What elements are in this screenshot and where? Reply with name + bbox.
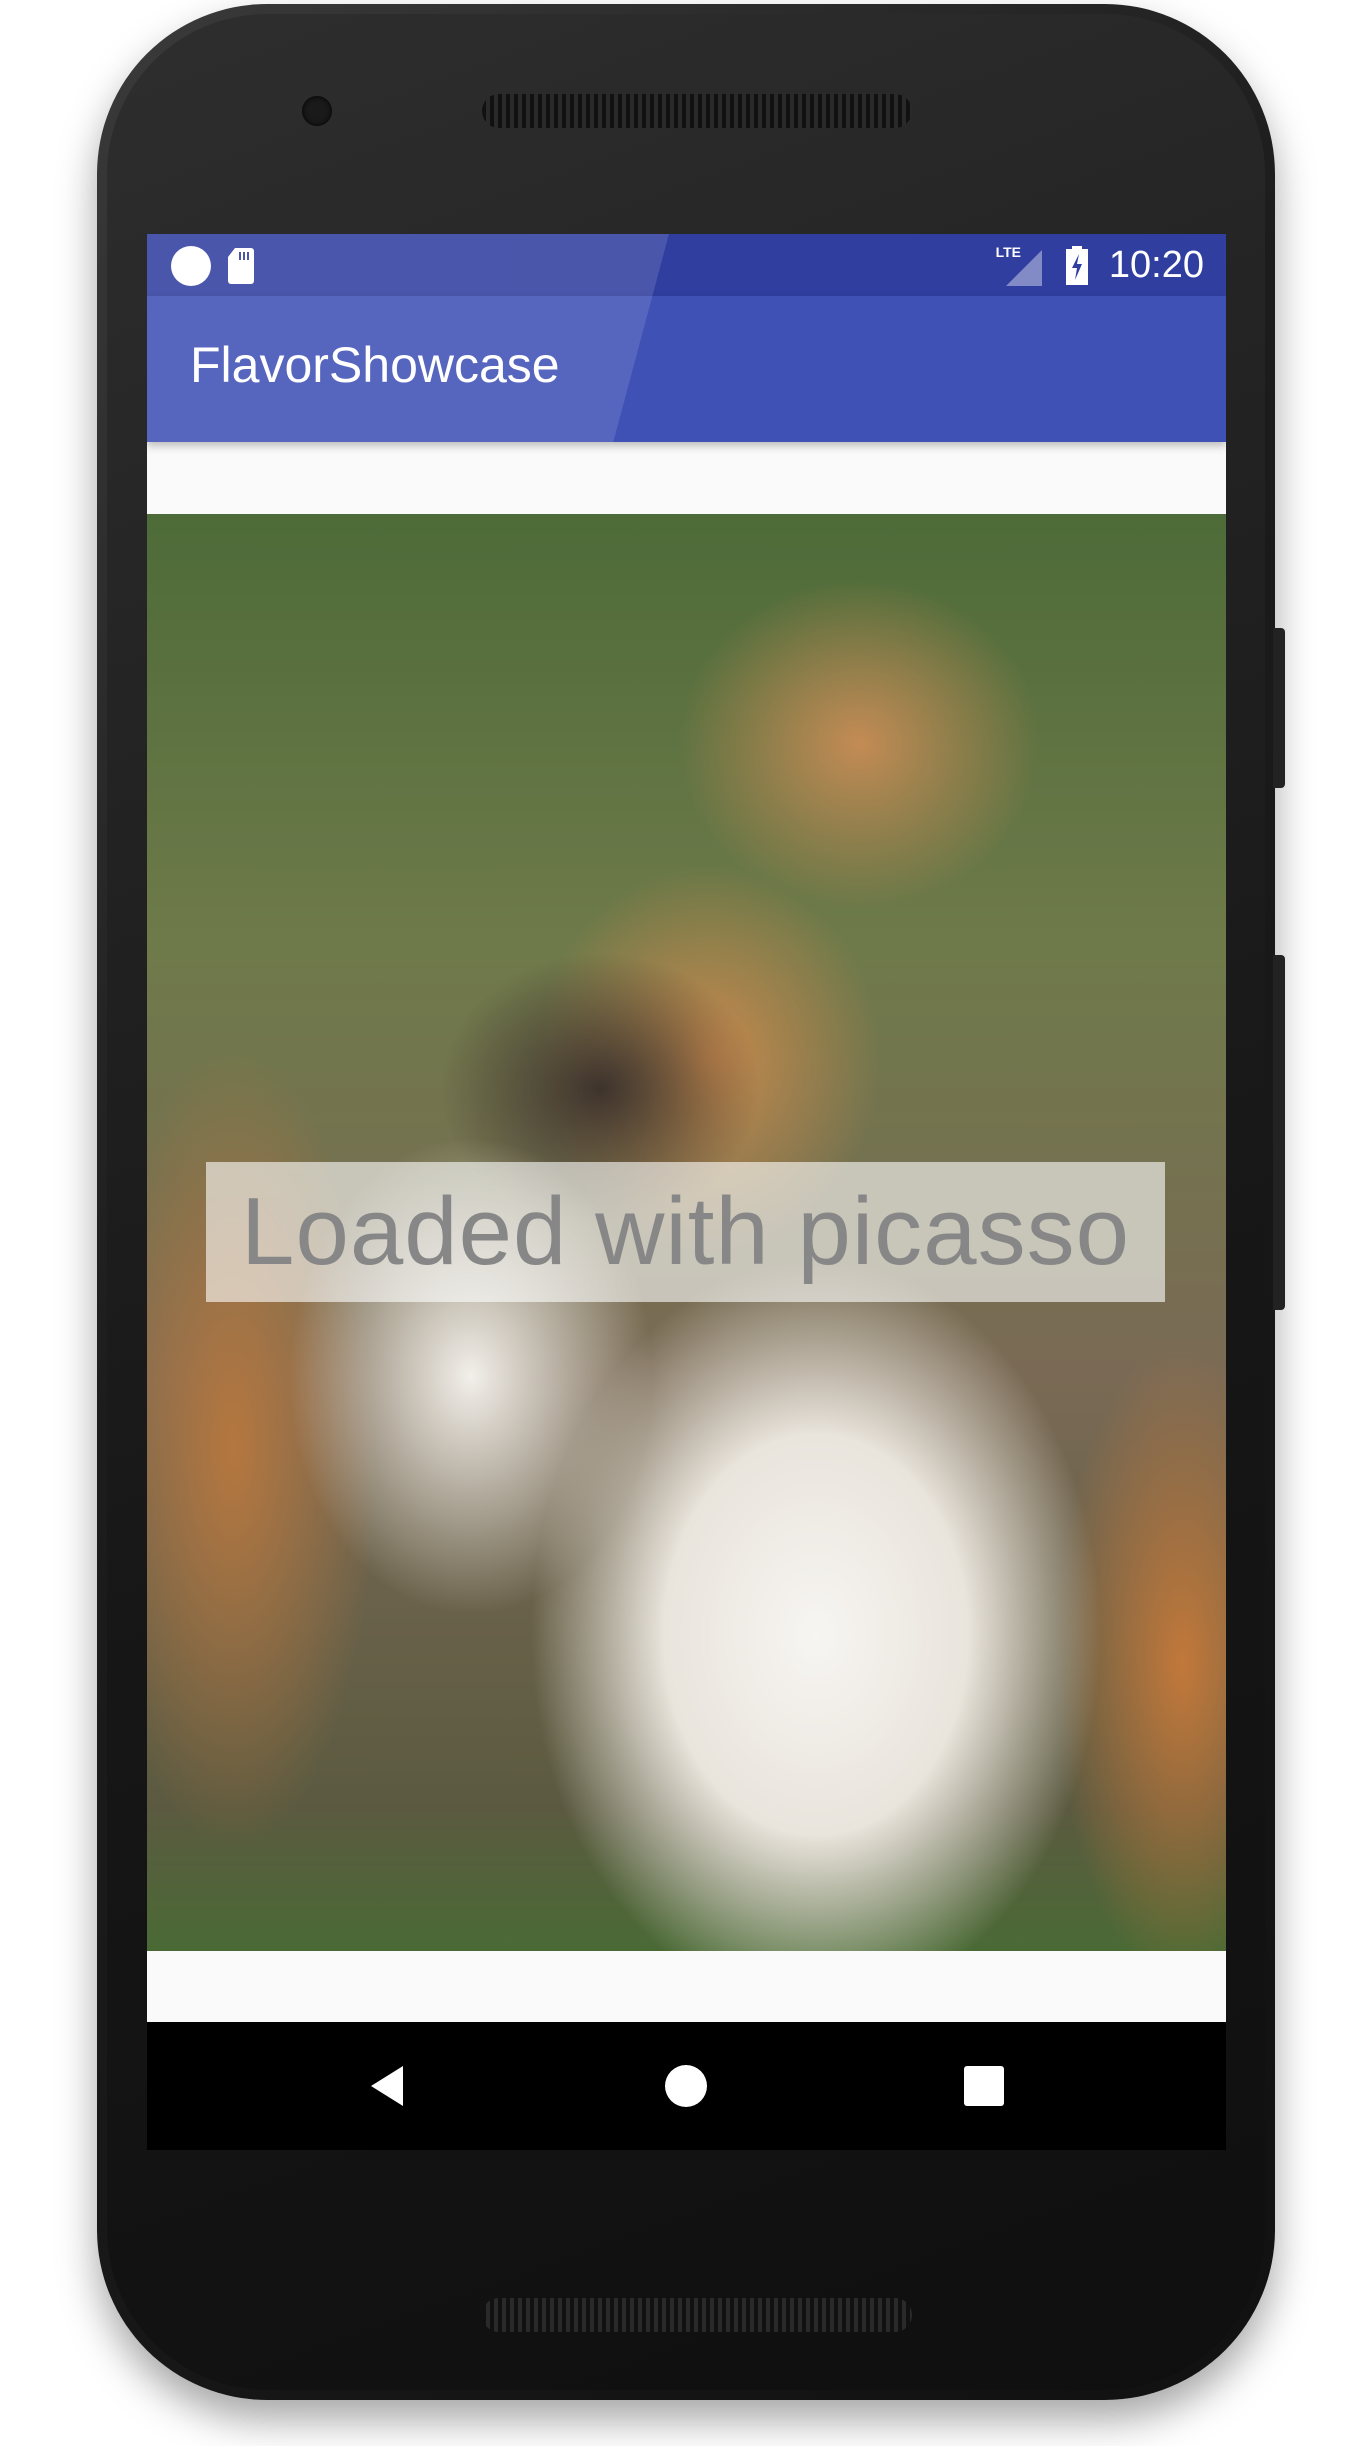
circle-notification-icon — [171, 246, 211, 286]
volume-button[interactable] — [1273, 955, 1285, 1310]
app-bar: FlavorShowcase — [147, 296, 1226, 442]
back-icon — [371, 2066, 403, 2106]
bottom-speaker — [482, 2298, 912, 2332]
front-camera — [302, 96, 332, 126]
signal-icon — [1006, 250, 1042, 286]
recents-icon — [964, 2066, 1004, 2106]
back-button[interactable] — [365, 2062, 413, 2110]
battery-charging-icon — [1066, 246, 1088, 285]
app-title: FlavorShowcase — [190, 337, 560, 393]
status-bar: LTE 10:20 — [147, 234, 1226, 296]
recents-button[interactable] — [960, 2062, 1008, 2110]
top-speaker — [482, 94, 912, 128]
cat-image: Loaded with picasso — [147, 514, 1226, 1951]
notification-icons — [171, 246, 254, 286]
clock: 10:20 — [1108, 244, 1204, 286]
navigation-bar — [147, 2022, 1226, 2150]
image-caption: Loaded with picasso — [206, 1162, 1165, 1302]
home-button[interactable] — [662, 2062, 710, 2110]
power-button[interactable] — [1273, 628, 1285, 788]
home-icon — [665, 2065, 707, 2107]
screen: LTE 10:20 FlavorShowcase Loaded with pic… — [147, 234, 1226, 2150]
